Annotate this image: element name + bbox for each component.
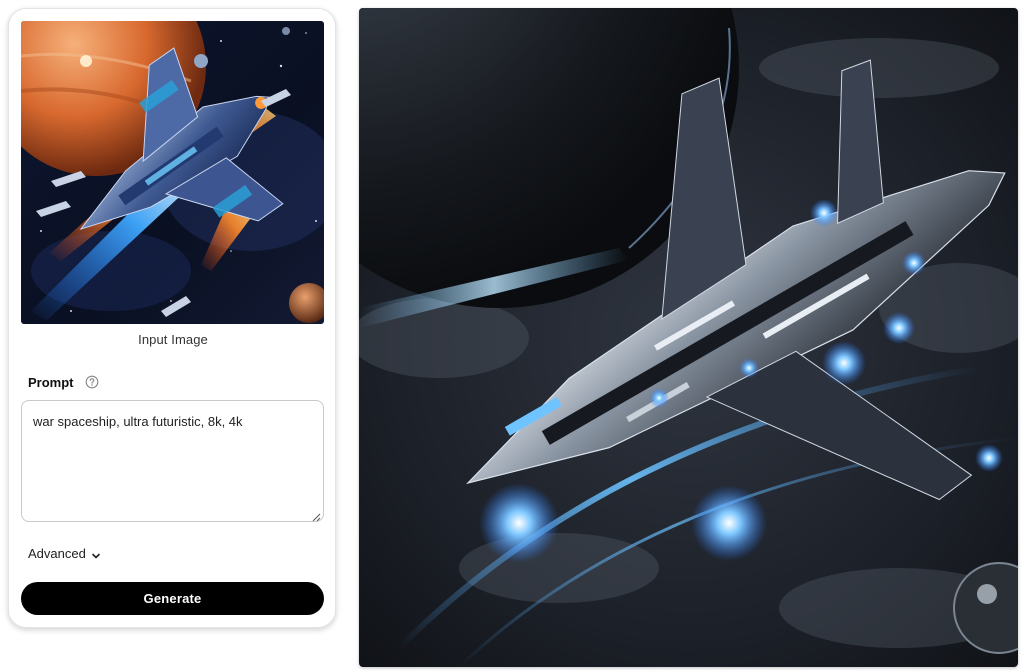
output-image[interactable] (359, 8, 1018, 667)
chevron-down-icon (91, 548, 101, 559)
input-image[interactable] (21, 21, 324, 324)
output-spaceship-artwork (359, 8, 1018, 667)
prompt-textarea-value: war spaceship, ultra futuristic, 8k, 4k (33, 414, 243, 429)
prompt-label-row: Prompt (28, 373, 99, 391)
app-root: Input Image Prompt war spaceship, ultra … (0, 0, 1027, 672)
generate-button[interactable]: Generate (21, 582, 324, 615)
input-spaceship-artwork (21, 21, 324, 324)
prompt-label: Prompt (28, 374, 74, 390)
advanced-label: Advanced (28, 545, 86, 561)
resize-handle-icon[interactable] (311, 509, 321, 522)
input-image-caption: Input Image (138, 332, 208, 347)
advanced-toggle[interactable]: Advanced (28, 544, 101, 562)
help-icon[interactable] (85, 375, 99, 389)
prompt-textarea[interactable]: war spaceship, ultra futuristic, 8k, 4k (21, 400, 324, 522)
input-card: Input Image Prompt war spaceship, ultra … (8, 8, 336, 628)
